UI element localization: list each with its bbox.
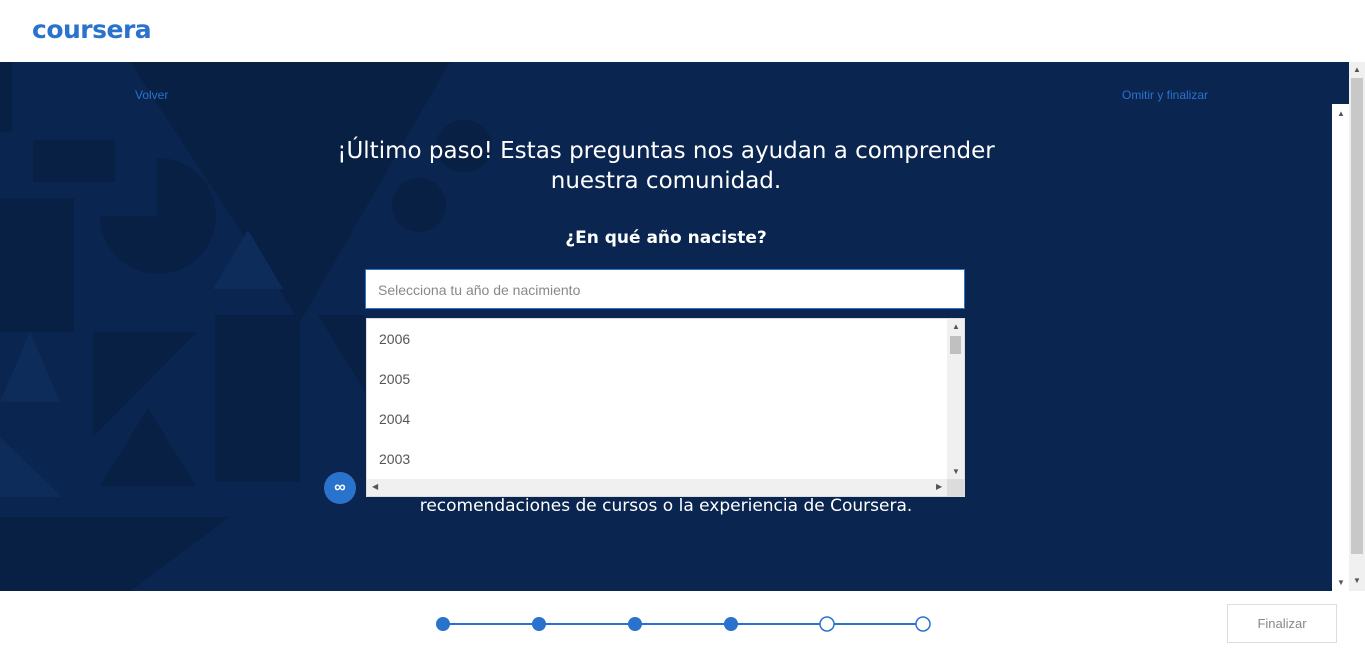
scroll-right-arrow-icon[interactable]: ▶ [936,483,942,491]
select-placeholder: Selecciona tu año de nacimiento [378,282,581,298]
progress-step-completed [532,617,546,631]
onboarding-panel: Volver Omitir y finalizar ¡Último paso! … [0,62,1349,591]
scroll-up-arrow-icon[interactable]: ▲ [1337,110,1345,118]
progress-step-pending [819,616,835,632]
dropdown-vertical-scrollbar[interactable]: ▲ ▼ [947,319,964,481]
scroll-down-arrow-icon[interactable]: ▼ [952,468,960,476]
scroll-up-arrow-icon[interactable]: ▲ [952,323,960,331]
coursera-badge-icon: ∞ [324,472,356,504]
progress-step-pending [915,616,931,632]
scroll-left-arrow-icon[interactable]: ◀ [372,483,378,491]
birth-year-select[interactable]: Selecciona tu año de nacimiento [365,269,965,309]
progress-step-completed [724,617,738,631]
progress-step-completed [436,617,450,631]
page-title: ¡Último paso! Estas preguntas nos ayudan… [337,138,995,194]
panel-scrollbar[interactable]: ▲ ▼ [1332,104,1349,591]
year-option[interactable]: 2003 [379,451,410,467]
dropdown-horizontal-scrollbar[interactable]: ◀ ▶ [367,479,947,496]
scroll-up-arrow-icon[interactable]: ▲ [1353,66,1361,74]
progress-step-completed [628,617,642,631]
coursera-logo[interactable]: coursera [32,15,152,44]
scroll-down-arrow-icon[interactable]: ▼ [1353,577,1361,585]
page-scroll-thumb[interactable] [1351,78,1363,554]
header: coursera [0,0,1365,62]
back-link[interactable]: Volver [135,88,168,102]
skip-and-finish-link[interactable]: Omitir y finalizar [1122,88,1208,102]
scroll-down-arrow-icon[interactable]: ▼ [1337,579,1345,587]
year-option[interactable]: 2006 [379,331,410,347]
scroll-corner [947,479,964,496]
scroll-thumb[interactable] [950,336,961,354]
birth-year-question: ¿En qué año naciste? [565,228,767,248]
birth-year-dropdown[interactable]: 2006 2005 2004 2003 ▲ ▼ ◀ ▶ [366,318,965,497]
finish-button[interactable]: Finalizar [1227,604,1337,643]
year-option[interactable]: 2005 [379,371,410,387]
progress-stepper [436,616,931,632]
page-scrollbar[interactable]: ▲ ▼ [1349,62,1365,591]
info-text: recomendaciones de cursos o la experienc… [419,496,913,516]
year-option[interactable]: 2004 [379,411,410,427]
